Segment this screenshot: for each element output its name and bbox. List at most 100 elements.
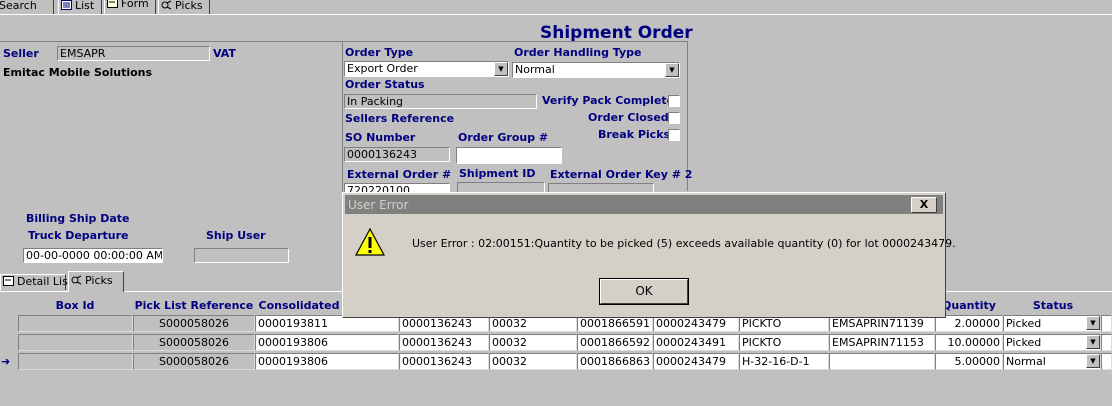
col-header-box-id[interactable]: Box Id xyxy=(20,298,130,313)
truck-departure-field[interactable]: 00-00-0000 00:00:00 AM xyxy=(23,248,163,263)
cell-consolidated[interactable]: 0000193806 xyxy=(255,353,399,370)
cell-overflow xyxy=(1101,353,1112,370)
break-picks-checkbox[interactable] xyxy=(668,129,680,141)
current-row-arrow-icon: ➜ xyxy=(1,355,11,368)
cell-status[interactable]: Picked ▼ xyxy=(1003,334,1101,351)
seller-label: Seller xyxy=(3,47,39,60)
close-icon: X xyxy=(919,198,929,211)
cell-pick-list-ref[interactable]: S000058026 xyxy=(133,353,255,370)
cell-pick-list-ref[interactable]: S000058026 xyxy=(133,334,255,351)
chevron-down-icon[interactable]: ▼ xyxy=(494,62,508,76)
order-type-select[interactable]: Export Order ▼ xyxy=(344,61,509,77)
cell-location[interactable]: PICKTO xyxy=(739,334,829,351)
cell-box-id[interactable] xyxy=(18,315,133,332)
verify-pack-checkbox[interactable] xyxy=(668,95,680,107)
break-picks-label: Break Picks xyxy=(598,128,671,141)
ship-user-label: Ship User xyxy=(206,229,266,242)
sellers-reference-label: Sellers Reference xyxy=(345,112,455,125)
tab-form-label: Form xyxy=(121,0,149,10)
so-number-label: SO Number xyxy=(345,131,416,144)
cell-status[interactable]: Picked ▼ xyxy=(1003,315,1101,332)
chevron-down-icon[interactable]: ▼ xyxy=(1086,354,1100,368)
cell-quantity[interactable]: 5.00000 xyxy=(935,353,1003,370)
order-type-label: Order Type xyxy=(345,46,414,59)
cell-box-id[interactable] xyxy=(18,353,133,370)
tab-detail-list[interactable]: Detail List xyxy=(0,274,72,290)
dialog-title-bar[interactable]: User Error X xyxy=(345,195,943,214)
dialog-close-button[interactable]: X xyxy=(911,197,937,213)
cell-so[interactable]: 0000136243 xyxy=(399,334,489,351)
order-handling-select[interactable]: Normal ▼ xyxy=(512,62,680,78)
cell-lot[interactable]: 0000243479 xyxy=(653,353,739,370)
order-closed-checkbox[interactable] xyxy=(668,112,680,124)
error-dialog: User Error X User Error : 02:00151:Quant… xyxy=(342,192,956,318)
tab-form[interactable]: Form xyxy=(104,0,156,15)
col-header-consolidated[interactable]: Consolidated xyxy=(255,298,343,313)
cell-line[interactable]: 00032 xyxy=(489,353,577,370)
chevron-down-icon[interactable]: ▼ xyxy=(665,63,679,77)
cell-pick-id[interactable]: 0001866592 xyxy=(577,334,653,351)
form-icon xyxy=(107,0,118,8)
cell-overflow xyxy=(1101,334,1112,351)
cell-overflow xyxy=(1101,315,1112,332)
picks-icon xyxy=(71,273,82,285)
shipment-id-label: Shipment ID xyxy=(459,167,536,180)
seller-panel xyxy=(0,41,343,192)
list-icon xyxy=(61,0,72,10)
cell-pick-id[interactable]: 0001866863 xyxy=(577,353,653,370)
cell-line[interactable]: 00032 xyxy=(489,334,577,351)
cell-status-value: Picked xyxy=(1006,336,1042,349)
tab-picks-detail-label: Picks xyxy=(85,274,113,287)
cell-location[interactable]: H-32-16-D-1 xyxy=(739,353,829,370)
order-closed-label: Order Closed xyxy=(588,111,669,124)
order-handling-label: Order Handling Type xyxy=(514,46,642,59)
vat-label: VAT xyxy=(213,47,236,60)
tab-list[interactable]: List xyxy=(58,0,102,14)
tab-picks-top-label: Picks xyxy=(175,0,203,12)
cell-container[interactable]: EMSAPRIN71153 xyxy=(829,334,935,351)
cell-so[interactable]: 0000136243 xyxy=(399,353,489,370)
cell-container[interactable] xyxy=(829,353,935,370)
truck-departure-label: Truck Departure xyxy=(28,229,129,242)
cell-status[interactable]: Normal ▼ xyxy=(1003,353,1101,370)
order-group-field[interactable] xyxy=(456,147,562,164)
seller-field[interactable]: EMSAPR xyxy=(57,46,210,61)
tab-picks-top[interactable]: Picks xyxy=(158,0,210,14)
billing-ship-date-label: Billing Ship Date xyxy=(26,212,130,225)
dialog-message: User Error : 02:00151:Quantity to be pic… xyxy=(412,237,956,250)
external-key2-label: External Order Key # 2 xyxy=(550,168,693,181)
order-handling-value: Normal xyxy=(515,63,555,76)
external-order-label: External Order # xyxy=(347,168,452,181)
dialog-title: User Error xyxy=(348,198,409,212)
cell-lot[interactable]: 0000243491 xyxy=(653,334,739,351)
ship-user-field xyxy=(194,248,289,263)
order-type-value: Export Order xyxy=(347,62,418,75)
dialog-ok-button[interactable]: OK xyxy=(599,278,689,305)
cell-status-value: Picked xyxy=(1006,317,1042,330)
warning-icon xyxy=(354,227,386,260)
order-status-label: Order Status xyxy=(345,78,425,91)
tab-picks-detail[interactable]: Picks xyxy=(68,271,124,292)
cell-status-value: Normal xyxy=(1006,355,1046,368)
verify-pack-label: Verify Pack Complete xyxy=(542,94,675,107)
chevron-down-icon[interactable]: ▼ xyxy=(1086,335,1100,349)
cell-pick-list-ref[interactable]: S000058026 xyxy=(133,315,255,332)
page-title: Shipment Order xyxy=(540,23,693,43)
col-header-status[interactable]: Status xyxy=(1003,298,1103,313)
seller-name: Emitac Mobile Solutions xyxy=(3,66,153,79)
dialog-ok-label: OK xyxy=(635,284,653,298)
tab-list-label: List xyxy=(75,0,95,12)
chevron-down-icon[interactable]: ▼ xyxy=(1086,316,1100,330)
toolbar-divider xyxy=(0,14,1112,15)
tab-search-label: Search xyxy=(0,0,37,12)
order-status-field: In Packing xyxy=(344,94,537,109)
tab-search[interactable]: Search xyxy=(0,0,54,14)
col-header-pick-list-ref[interactable]: Pick List Reference xyxy=(133,298,255,313)
cell-consolidated[interactable]: 0000193806 xyxy=(255,334,399,351)
cell-box-id[interactable] xyxy=(18,334,133,351)
detail-list-icon xyxy=(3,276,14,286)
order-group-label: Order Group # xyxy=(458,131,549,144)
cell-quantity[interactable]: 10.00000 xyxy=(935,334,1003,351)
so-number-field: 0000136243 xyxy=(344,147,450,162)
picks-icon xyxy=(161,0,172,10)
